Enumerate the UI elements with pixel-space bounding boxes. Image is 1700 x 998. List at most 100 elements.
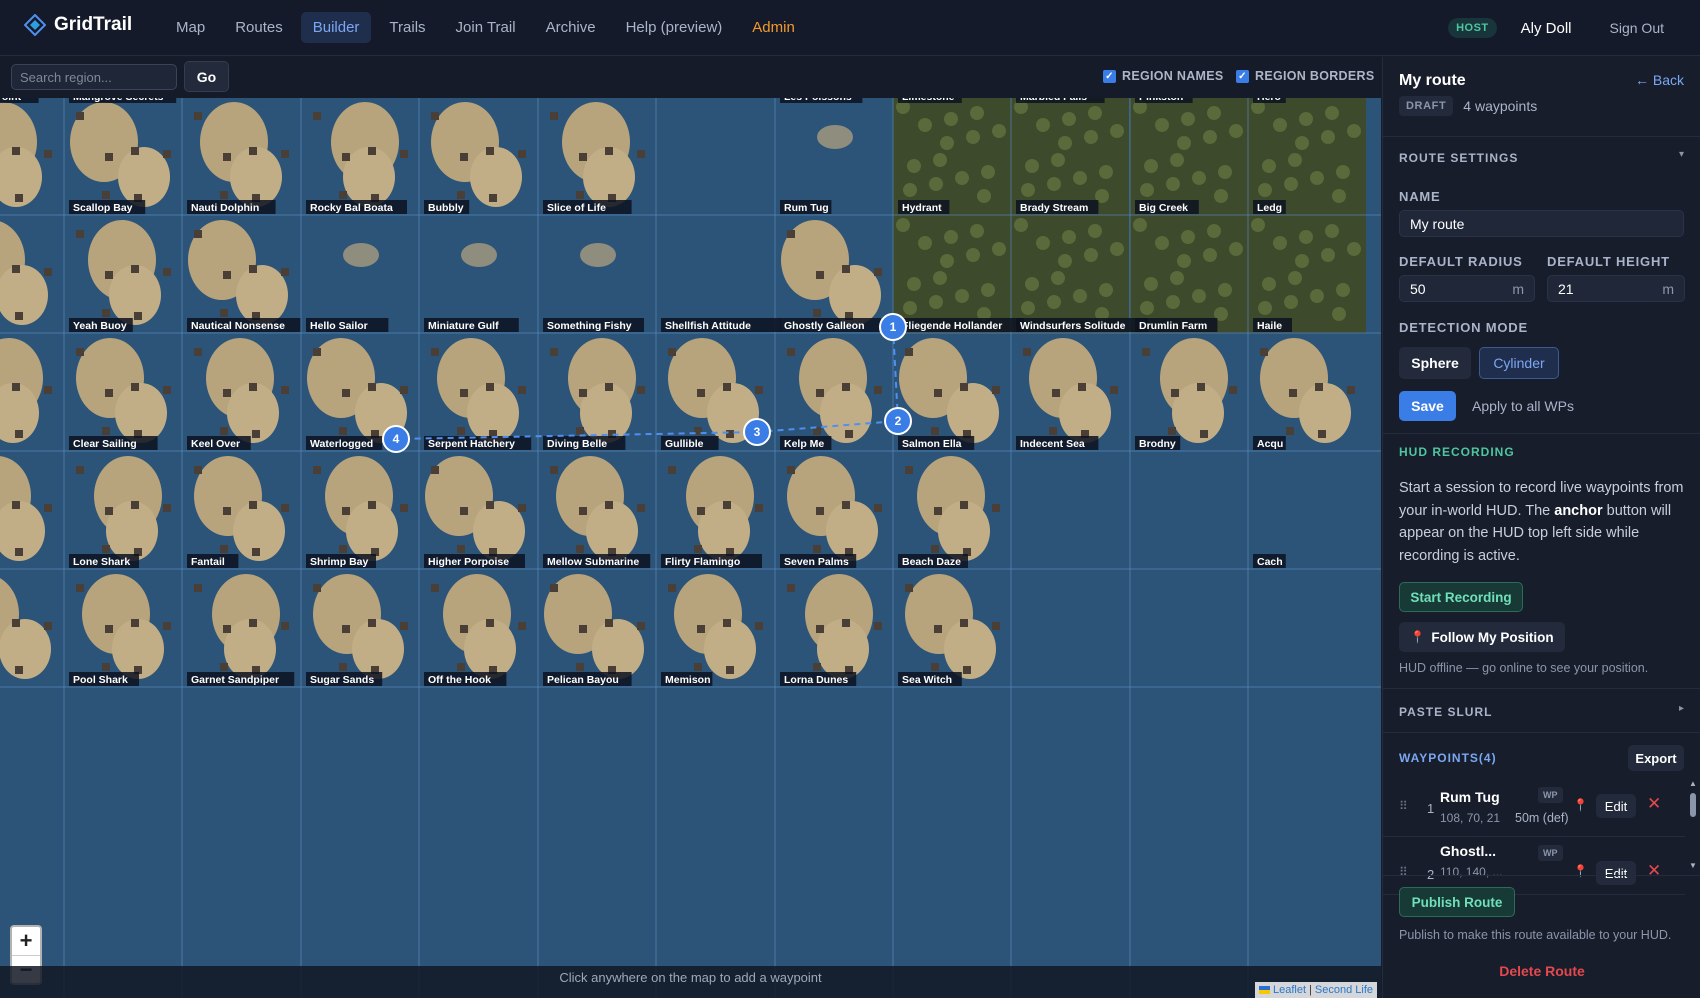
region-search-input[interactable]	[11, 64, 177, 90]
building	[1171, 389, 1179, 397]
delete-route-button[interactable]: Delete Route	[1399, 959, 1685, 983]
nav-help[interactable]: Help (preview)	[614, 12, 735, 43]
island	[343, 147, 395, 207]
drag-handle-icon[interactable]: ⠿	[1399, 799, 1408, 813]
map-area[interactable]: caLookout BelowTwisted PalmsTiki Twiligh…	[0, 57, 1381, 998]
nav-archive[interactable]: Archive	[534, 12, 608, 43]
export-button[interactable]: Export	[1628, 745, 1684, 771]
route-name-value[interactable]: My route	[1410, 216, 1464, 232]
building	[163, 622, 171, 630]
default-radius-input[interactable]: 50 m	[1399, 275, 1535, 302]
tree	[1099, 165, 1113, 179]
sign-out-link[interactable]: Sign Out	[1610, 20, 1664, 36]
scroll-up-icon[interactable]: ▲	[1689, 779, 1697, 788]
logo[interactable]: GridTrail	[24, 14, 132, 36]
back-link[interactable]: ← Back	[1635, 72, 1684, 88]
tree	[1321, 248, 1335, 262]
nav-routes[interactable]: Routes	[223, 12, 295, 43]
nav-admin[interactable]: Admin	[740, 12, 807, 43]
island	[236, 265, 288, 325]
default-height-value[interactable]: 21	[1558, 281, 1574, 297]
nav-join-trail[interactable]: Join Trail	[444, 12, 528, 43]
expand-arrow-icon[interactable]: ▸	[1679, 703, 1684, 714]
checkbox-checked-icon[interactable]: ✓	[1103, 69, 1116, 83]
building	[486, 147, 494, 155]
detection-mode-label: DETECTION MODE	[1399, 320, 1528, 335]
region-label: Pinkston	[1139, 98, 1183, 103]
paste-slurl-toggle[interactable]: PASTE SLURL ▸	[1399, 703, 1684, 719]
building	[992, 386, 1000, 394]
building	[220, 191, 228, 199]
waypoint-type-badge: WP	[1538, 787, 1563, 803]
waypoint-list-scrollbar[interactable]: ▲ ▼	[1688, 779, 1698, 873]
follow-position-button[interactable]: 📍 Follow My Position	[1399, 622, 1565, 652]
collapse-arrow-icon[interactable]: ▾	[1679, 149, 1684, 160]
second-life-link[interactable]: Second Life	[1315, 984, 1373, 996]
delete-waypoint-icon[interactable]: ✕	[1647, 794, 1661, 814]
leaflet-link[interactable]: Leaflet	[1273, 984, 1306, 996]
tree	[1192, 289, 1206, 303]
region-label: Sugar Sands	[310, 674, 374, 686]
island	[224, 619, 276, 679]
waypoint-row[interactable]: ⠿ 1 Rum Tug 108, 70, 21 50m (def) WP 📍 E…	[1383, 779, 1685, 837]
building	[576, 427, 584, 435]
scrollbar-thumb[interactable]	[1690, 793, 1696, 817]
route-name-input[interactable]: My route	[1399, 210, 1684, 237]
start-recording-button[interactable]: Start Recording	[1399, 582, 1523, 612]
tree	[903, 301, 917, 315]
building	[368, 501, 376, 509]
detection-mode-group: DETECTION MODE	[1399, 320, 1684, 335]
edit-waypoint-button[interactable]: Edit	[1596, 794, 1636, 818]
delete-waypoint-icon[interactable]: ✕	[1647, 861, 1661, 881]
drag-handle-icon[interactable]: ⠿	[1399, 865, 1408, 879]
region-label: Pelican Bayou	[547, 674, 619, 686]
nav-map[interactable]: Map	[164, 12, 217, 43]
route-settings-toggle[interactable]: ROUTE SETTINGS ▾	[1399, 149, 1684, 165]
tree	[1133, 218, 1147, 232]
building	[281, 504, 289, 512]
building	[342, 625, 350, 633]
waypoint-radius: 50m (def)	[1515, 811, 1569, 825]
mode-cylinder-button[interactable]: Cylinder	[1479, 347, 1559, 379]
apply-all-button[interactable]: Apply to all WPs	[1467, 391, 1579, 421]
building	[131, 501, 139, 509]
tree	[981, 283, 995, 297]
user-name[interactable]: Aly Doll	[1521, 20, 1572, 37]
scroll-down-icon[interactable]: ▼	[1689, 861, 1697, 870]
building	[992, 504, 1000, 512]
nav-trails[interactable]: Trails	[377, 12, 437, 43]
region-label: Cach	[1257, 556, 1283, 568]
building	[787, 230, 795, 238]
building	[76, 584, 84, 592]
mode-sphere-button[interactable]: Sphere	[1399, 347, 1471, 379]
publish-route-button[interactable]: Publish Route	[1399, 887, 1515, 917]
go-button[interactable]: Go	[184, 61, 229, 92]
route-builder-panel: My route ← Back DRAFT 4 waypoints ROUTE …	[1382, 57, 1700, 998]
building	[400, 622, 408, 630]
waypoint-coords: 108, 70, 21	[1440, 811, 1501, 825]
building	[457, 663, 465, 671]
region-names-toggle[interactable]: ✓ REGION NAMES	[1103, 69, 1224, 83]
tree	[1025, 277, 1039, 291]
region-borders-toggle[interactable]: ✓ REGION BORDERS	[1236, 69, 1375, 83]
building	[252, 548, 260, 556]
checkbox-checked-icon[interactable]: ✓	[1236, 69, 1249, 83]
tree	[1181, 230, 1195, 244]
region-label: Indecent Sea	[1020, 438, 1085, 450]
save-button[interactable]: Save	[1399, 391, 1456, 421]
tree	[1295, 136, 1309, 150]
building	[400, 150, 408, 158]
zoom-in-button[interactable]: +	[12, 927, 40, 955]
default-height-input[interactable]: 21 m	[1547, 275, 1685, 302]
default-radius-value[interactable]: 50	[1410, 281, 1426, 297]
pin-icon[interactable]: 📍	[1573, 798, 1588, 812]
nav-builder[interactable]: Builder	[300, 12, 372, 43]
building	[223, 153, 231, 161]
building	[637, 622, 645, 630]
map-canvas[interactable]: caLookout BelowTwisted PalmsTiki Twiligh…	[0, 98, 1381, 998]
region-borders-label: REGION BORDERS	[1255, 69, 1375, 83]
island	[1172, 383, 1224, 443]
edit-waypoint-button[interactable]: Edit	[1596, 861, 1636, 885]
tree	[1051, 153, 1065, 167]
divider	[1383, 433, 1700, 434]
